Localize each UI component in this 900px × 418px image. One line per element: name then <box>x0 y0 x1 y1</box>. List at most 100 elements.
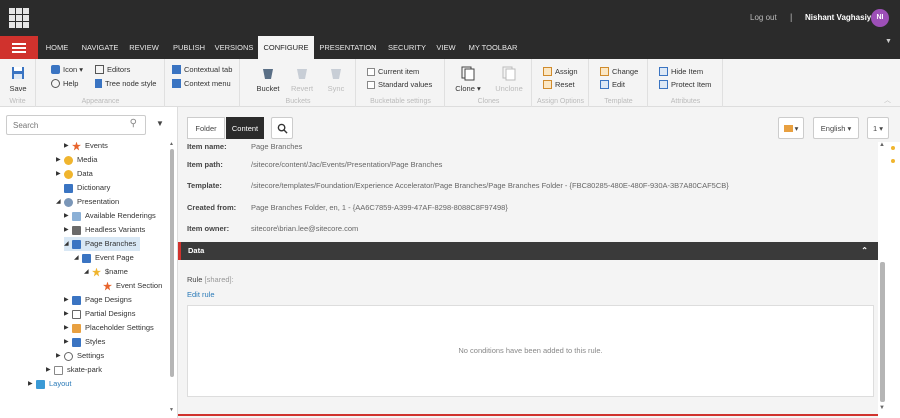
tree-node-style-button[interactable]: Tree node style <box>95 79 156 88</box>
tab-review[interactable]: REVIEW <box>126 36 162 59</box>
tree-node-dictionary[interactable]: Dictionary <box>64 181 110 195</box>
language-selector[interactable]: English ▾ <box>813 117 859 139</box>
expand-icon[interactable]: ▶ <box>64 335 72 349</box>
icon-button[interactable]: Icon ▾ <box>51 65 83 74</box>
clone-button[interactable]: Clone ▾ <box>452 65 484 93</box>
bucket-button[interactable]: Bucket <box>255 65 281 93</box>
tree-node-presentation[interactable]: ◢ Presentation <box>56 195 119 209</box>
expand-icon[interactable]: ▶ <box>56 167 64 181</box>
tab-versions[interactable]: VERSIONS <box>213 36 255 59</box>
search-icon[interactable] <box>271 117 293 139</box>
tree-node-skate-park[interactable]: ▶ skate-park <box>46 363 102 377</box>
tree-node-layout[interactable]: ▶ Layout <box>28 377 72 391</box>
data-section-header[interactable]: Data ⌃ <box>178 242 878 260</box>
tab-my-toolbar[interactable]: MY TOOLBAR <box>466 36 520 59</box>
tree-node-settings[interactable]: ▶ Settings <box>56 349 104 363</box>
validation-indicator[interactable] <box>891 159 895 163</box>
current-item-checkbox[interactable]: Current item <box>367 67 419 76</box>
tree-node-data[interactable]: ▶ Data <box>56 167 93 181</box>
expand-icon[interactable]: ▶ <box>64 139 72 153</box>
tree-node-event-section[interactable]: Event Section <box>103 279 162 293</box>
group-label-clones: Clones <box>477 98 500 105</box>
editors-button[interactable]: Editors <box>95 65 130 74</box>
hide-item-button[interactable]: Hide Item <box>659 67 703 76</box>
expand-icon[interactable]: ▶ <box>46 363 54 377</box>
version-selector[interactable]: 1 ▾ <box>867 117 889 139</box>
scroll-up-icon[interactable]: ▲ <box>879 142 885 148</box>
collapse-ribbon-icon[interactable]: ︿ <box>884 95 891 105</box>
tree-node-events[interactable]: ▶ Events <box>64 139 108 153</box>
expand-icon[interactable]: ▶ <box>64 293 72 307</box>
expand-icon[interactable]: ▶ <box>64 209 72 223</box>
tree-node-available-renderings[interactable]: ▶ Available Renderings <box>64 209 156 223</box>
tree-node-label: Events <box>85 141 108 150</box>
language-label: English <box>820 123 846 133</box>
collapse-icon[interactable]: ◢ <box>64 237 72 251</box>
chevron-down-icon[interactable]: ▼ <box>885 38 892 45</box>
avatar[interactable]: NI <box>871 9 889 27</box>
chevron-up-icon[interactable]: ⌃ <box>861 242 868 260</box>
tab-navigate[interactable]: NAVIGATE <box>78 36 122 59</box>
validation-indicator[interactable] <box>891 146 895 150</box>
scroll-down-icon[interactable]: ▼ <box>879 405 885 411</box>
checkbox-icon <box>367 67 375 76</box>
reset-button[interactable]: Reset <box>543 80 575 89</box>
expand-icon[interactable]: ▶ <box>64 223 72 237</box>
scrollbar-thumb[interactable] <box>880 262 885 402</box>
menu-icon[interactable] <box>0 36 38 59</box>
edit-rule-link[interactable]: Edit rule <box>187 290 215 299</box>
tree-node-partial-designs[interactable]: ▶ Partial Designs <box>64 307 135 321</box>
tab-presentation[interactable]: PRESENTATION <box>318 36 378 59</box>
rule-editor-box[interactable]: No conditions have been added to this ru… <box>187 305 874 397</box>
protect-item-button[interactable]: Protect Item <box>659 80 711 89</box>
tree-node-event-page[interactable]: ◢ Event Page <box>74 251 134 265</box>
launchpad-grid-icon[interactable] <box>9 8 29 28</box>
logout-link[interactable]: Log out <box>750 13 777 22</box>
save-button[interactable]: Save <box>6 65 30 93</box>
expand-icon[interactable]: ▶ <box>64 307 72 321</box>
search-icon[interactable]: ⚲ <box>130 118 137 129</box>
change-template-button[interactable]: Change <box>600 67 638 76</box>
navigator-button[interactable]: ▾ <box>778 117 804 139</box>
tree-scrollbar[interactable]: ▲ ▼ <box>169 139 175 415</box>
collapse-icon[interactable]: ◢ <box>56 195 64 209</box>
expand-icon[interactable]: ▶ <box>56 349 64 363</box>
expand-icon[interactable]: ▶ <box>56 153 64 167</box>
tab-view[interactable]: VIEW <box>434 36 458 59</box>
item-name-label: Item name: <box>187 142 227 151</box>
tree-node-page-branches[interactable]: ◢ Page Branches <box>64 237 141 251</box>
contextual-tab-button[interactable]: Contextual tab <box>172 65 232 74</box>
standard-values-checkbox[interactable]: Standard values <box>367 80 432 89</box>
scroll-down-icon[interactable]: ▼ <box>169 407 174 413</box>
unclone-button[interactable]: Unclone <box>492 65 526 93</box>
tree-node-media[interactable]: ▶ Media <box>56 153 97 167</box>
context-menu-button[interactable]: Context menu <box>172 79 231 88</box>
edit-template-button[interactable]: Edit <box>600 80 625 89</box>
expand-icon[interactable]: ▶ <box>28 377 36 391</box>
tree-node-page-designs[interactable]: ▶ Page Designs <box>64 293 132 307</box>
revert-button[interactable]: Revert <box>289 65 315 93</box>
tree-node-name[interactable]: ◢ $name <box>84 265 128 279</box>
tab-configure[interactable]: CONFIGURE <box>258 36 314 59</box>
tab-content[interactable]: Content <box>226 117 264 139</box>
scrollbar-thumb[interactable] <box>170 149 174 377</box>
expand-icon[interactable]: ▶ <box>64 321 72 335</box>
search-input[interactable] <box>7 116 107 134</box>
collapse-icon[interactable]: ◢ <box>84 265 92 279</box>
tree-node-styles[interactable]: ▶ Styles <box>64 335 105 349</box>
tree-node-placeholder-settings[interactable]: ▶ Placeholder Settings <box>64 321 154 335</box>
tab-folder[interactable]: Folder <box>187 117 225 139</box>
sync-button[interactable]: Sync <box>323 65 349 93</box>
collapse-icon[interactable]: ◢ <box>74 251 82 265</box>
help-button[interactable]: Help <box>51 79 78 88</box>
tab-publish[interactable]: PUBLISH <box>170 36 208 59</box>
item-owner-label: Item owner: <box>187 224 230 233</box>
scroll-up-icon[interactable]: ▲ <box>169 141 174 147</box>
assign-button[interactable]: Assign <box>543 67 578 76</box>
content-scrollbar[interactable]: ▲ ▼ <box>879 142 887 418</box>
tab-home[interactable]: HOME <box>42 36 72 59</box>
tab-security[interactable]: SECURITY <box>385 36 429 59</box>
search-options-icon[interactable]: ▼ <box>156 119 164 128</box>
tree-node-headless-variants[interactable]: ▶ Headless Variants <box>64 223 145 237</box>
folder-icon <box>783 124 793 132</box>
